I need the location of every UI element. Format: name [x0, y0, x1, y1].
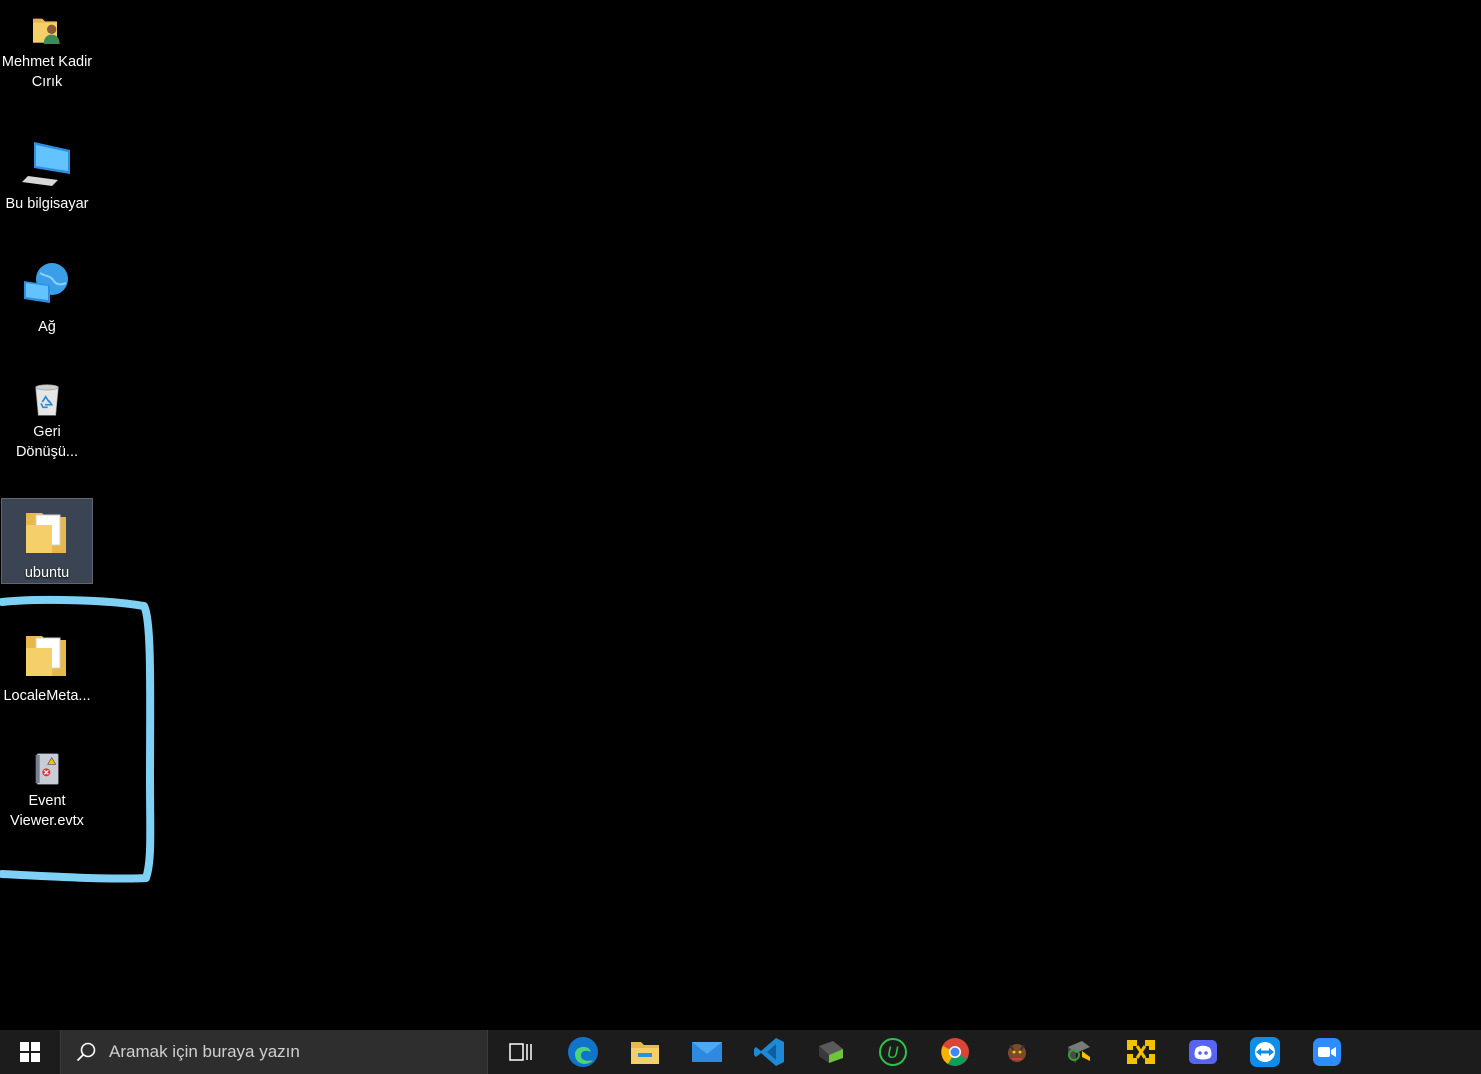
computer-icon	[22, 142, 70, 186]
recycle-bin-icon	[35, 384, 59, 416]
folder-icon	[26, 636, 66, 676]
taskbar-upwork[interactable]: U	[862, 1030, 924, 1074]
taskbar-edge[interactable]	[552, 1030, 614, 1074]
desktop-icon-label: Event Viewer.evtx	[10, 793, 84, 829]
gpg-icon	[819, 1041, 843, 1063]
desktop-icon-network[interactable]: Ağ	[1, 253, 93, 339]
teamviewer-icon	[1250, 1037, 1280, 1067]
desktop-icon-this-pc[interactable]: Bu bilgisayar	[1, 130, 93, 216]
desktop-icon-recycle-bin[interactable]: Geri Dönüşü...	[1, 376, 93, 462]
taskbar-vmware[interactable]	[1110, 1030, 1172, 1074]
desktop: Mehmet Kadir Cırık Bu bilgisayar Ağ Geri…	[0, 0, 1481, 1030]
event-viewer-file-icon	[35, 753, 59, 785]
taskbar-gpg[interactable]	[800, 1030, 862, 1074]
taskbar-chrome[interactable]	[924, 1030, 986, 1074]
mail-icon	[692, 1042, 722, 1062]
taskbar-tool[interactable]	[1048, 1030, 1110, 1074]
discord-icon	[1189, 1040, 1217, 1064]
task-view-button[interactable]	[490, 1030, 552, 1074]
taskbar-vscode[interactable]	[738, 1030, 800, 1074]
taskbar: Aramak için buraya yazın U	[0, 1030, 1481, 1074]
network-icon	[24, 263, 68, 303]
chrome-icon	[941, 1038, 969, 1066]
game-icon	[1008, 1044, 1026, 1062]
windows-logo-icon	[20, 1042, 40, 1062]
taskbar-file-explorer[interactable]	[614, 1030, 676, 1074]
search-icon	[76, 1042, 96, 1062]
desktop-icon-ubuntu-folder[interactable]: ubuntu	[1, 498, 93, 584]
tool-icon	[1068, 1041, 1090, 1063]
taskbar-mail[interactable]	[676, 1030, 738, 1074]
upwork-icon: U	[879, 1038, 907, 1066]
taskbar-game[interactable]	[986, 1030, 1048, 1074]
vmware-icon	[1127, 1040, 1155, 1064]
search-placeholder: Aramak için buraya yazın	[109, 1042, 300, 1061]
edge-icon	[568, 1037, 598, 1067]
desktop-icon-label: ubuntu	[24, 565, 70, 581]
taskbar-zoom[interactable]	[1296, 1030, 1358, 1074]
taskbar-teamviewer[interactable]	[1234, 1030, 1296, 1074]
desktop-icon-label: Mehmet Kadir Cırık	[1, 54, 93, 90]
file-explorer-icon	[631, 1042, 659, 1064]
desktop-icon-label: LocaleMeta...	[3, 688, 91, 704]
desktop-icon-label: Geri Dönüşü...	[15, 424, 79, 460]
folder-icon	[26, 513, 66, 553]
zoom-icon	[1313, 1038, 1341, 1066]
svg-text:U: U	[887, 1043, 899, 1062]
desktop-icon-user-folder[interactable]: Mehmet Kadir Cırık	[1, 6, 93, 92]
task-view-icon	[509, 1043, 532, 1061]
desktop-icon-label: Bu bilgisayar	[5, 196, 89, 212]
desktop-icon-label: Ağ	[38, 319, 56, 335]
taskbar-discord[interactable]	[1172, 1030, 1234, 1074]
desktop-icon-localemeta-folder[interactable]: LocaleMeta...	[1, 622, 93, 708]
taskbar-search-box[interactable]: Aramak için buraya yazın	[60, 1030, 488, 1074]
vscode-icon	[754, 1038, 784, 1066]
user-folder-icon	[33, 18, 60, 44]
start-button[interactable]	[0, 1030, 60, 1074]
desktop-icon-event-viewer-file[interactable]: Event Viewer.evtx	[1, 745, 93, 831]
